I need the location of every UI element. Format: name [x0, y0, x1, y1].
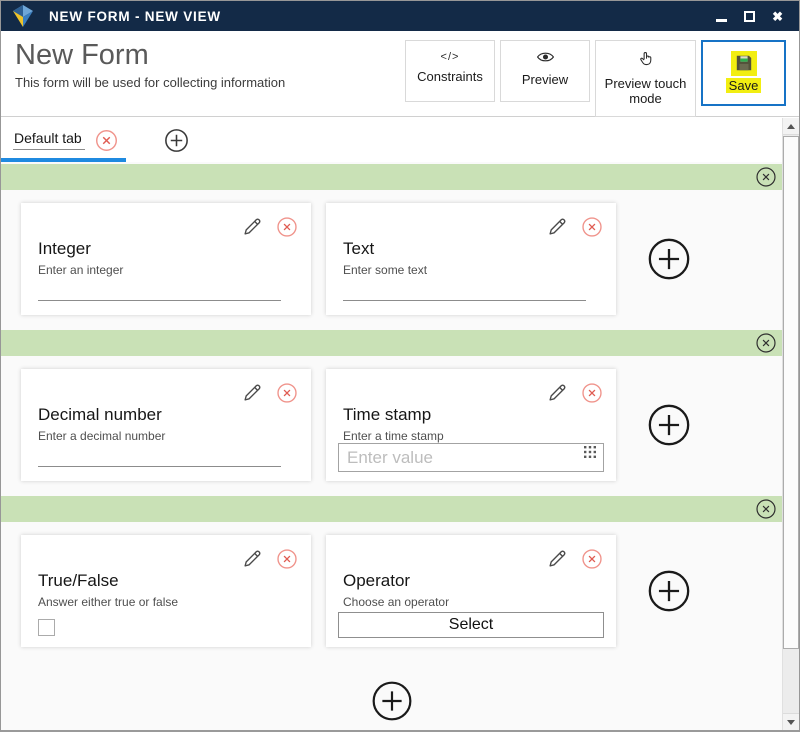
titlebar: NEW FORM - NEW VIEW ✖: [1, 1, 799, 31]
field-card-text: Text Enter some text: [326, 203, 616, 315]
field-description: Enter an integer: [38, 263, 123, 277]
add-field-button-row-1[interactable]: [646, 236, 692, 282]
scroll-down-button[interactable]: [783, 713, 799, 730]
touch-hand-icon: [637, 50, 655, 71]
delete-field-button[interactable]: [276, 216, 298, 238]
field-card-actions: [546, 548, 603, 570]
page-title: New Form: [15, 39, 285, 72]
maximize-button[interactable]: [744, 11, 755, 22]
field-description: Answer either true or false: [38, 595, 178, 609]
form-designer-main: Default tab: [1, 118, 782, 723]
decimal-input[interactable]: [38, 453, 281, 467]
bottom-add-container: [1, 662, 782, 723]
form-row-1: Integer Enter an integer: [1, 190, 782, 330]
preview-button-label: Preview: [522, 72, 568, 87]
field-title: Text: [343, 239, 374, 259]
field-title: Operator: [343, 571, 410, 591]
timestamp-input[interactable]: [338, 443, 604, 472]
scroll-up-button[interactable]: [783, 118, 799, 135]
edit-field-button[interactable]: [241, 548, 263, 570]
tab-default[interactable]: Default tab: [13, 130, 85, 150]
add-field-button-row-3[interactable]: [646, 568, 692, 614]
delete-field-button[interactable]: [276, 548, 298, 570]
active-tab-indicator: [1, 158, 126, 162]
edit-field-button[interactable]: [546, 548, 568, 570]
field-card-actions: [546, 382, 603, 404]
edit-field-button[interactable]: [546, 382, 568, 404]
field-card-actions: [241, 382, 298, 404]
field-card-decimal: Decimal number Enter a decimal number: [21, 369, 311, 481]
integer-input[interactable]: [38, 287, 281, 301]
add-tab-button[interactable]: [164, 128, 189, 153]
form-row-header-1: [1, 164, 782, 190]
save-button[interactable]: Save: [701, 40, 786, 106]
delete-row-button-3[interactable]: [755, 498, 777, 520]
field-title: Integer: [38, 239, 91, 259]
field-card-operator: Operator Choose an operator Select: [326, 535, 616, 647]
field-description: Enter some text: [343, 263, 427, 277]
add-row-button[interactable]: [370, 679, 414, 723]
form-row-2: Decimal number Enter a decimal number: [1, 356, 782, 496]
field-title: Decimal number: [38, 405, 162, 425]
delete-field-button[interactable]: [276, 382, 298, 404]
delete-tab-button[interactable]: [95, 129, 118, 152]
app-logo-icon: [11, 4, 37, 28]
form-row-header-2: [1, 330, 782, 356]
edit-field-button[interactable]: [241, 382, 263, 404]
page-subtitle: This form will be used for collecting in…: [15, 75, 285, 90]
field-description: Choose an operator: [343, 595, 449, 609]
close-button[interactable]: ✖: [772, 10, 783, 23]
minimize-button[interactable]: [716, 19, 727, 22]
delete-field-button[interactable]: [581, 382, 603, 404]
save-button-label: Save: [726, 78, 762, 93]
text-input[interactable]: [343, 287, 586, 301]
field-card-truefalse: True/False Answer either true or false: [21, 535, 311, 647]
scroll-down-arrow-icon: [787, 720, 795, 725]
operator-select-button[interactable]: Select: [338, 612, 604, 638]
field-card-actions: [241, 216, 298, 238]
constraints-button-label: Constraints: [417, 69, 483, 84]
form-header-text: New Form This form will be used for coll…: [15, 39, 285, 90]
truefalse-checkbox[interactable]: [38, 619, 55, 636]
window-controls: ✖: [716, 10, 791, 23]
app-window: NEW FORM - NEW VIEW ✖ New Form This form…: [0, 0, 800, 732]
field-description: Enter a time stamp: [343, 429, 444, 443]
form-row-header-3: [1, 496, 782, 522]
field-description: Enter a decimal number: [38, 429, 165, 443]
form-row-3: True/False Answer either true or false: [1, 522, 782, 662]
tab-bar: Default tab: [1, 118, 782, 162]
save-icon: [731, 51, 757, 76]
field-card-timestamp: Time stamp Enter a time stamp: [326, 369, 616, 481]
form-header: New Form This form will be used for coll…: [1, 31, 799, 117]
field-card-actions: [241, 548, 298, 570]
field-card-integer: Integer Enter an integer: [21, 203, 311, 315]
delete-row-button-2[interactable]: [755, 332, 777, 354]
scrollbar-thumb[interactable]: [783, 136, 799, 649]
delete-field-button[interactable]: [581, 216, 603, 238]
preview-button[interactable]: Preview: [500, 40, 590, 102]
edit-field-button[interactable]: [241, 216, 263, 238]
delete-row-button-1[interactable]: [755, 166, 777, 188]
scroll-up-arrow-icon: [787, 124, 795, 129]
field-card-actions: [546, 216, 603, 238]
preview-touch-mode-button-label: Preview touch mode: [600, 76, 691, 106]
form-designer-content: Default tab: [1, 118, 799, 730]
preview-touch-mode-button[interactable]: Preview touch mode: [595, 40, 696, 117]
code-icon: </>: [441, 50, 460, 64]
edit-field-button[interactable]: [546, 216, 568, 238]
delete-field-button[interactable]: [581, 548, 603, 570]
field-title: Time stamp: [343, 405, 431, 425]
toolbar: </> Constraints Preview Previ: [405, 39, 786, 117]
window-title: NEW FORM - NEW VIEW: [49, 9, 221, 24]
eye-icon: [536, 50, 555, 67]
constraints-button[interactable]: </> Constraints: [405, 40, 495, 102]
field-title: True/False: [38, 571, 119, 591]
add-field-button-row-2[interactable]: [646, 402, 692, 448]
vertical-scrollbar[interactable]: [782, 118, 799, 730]
